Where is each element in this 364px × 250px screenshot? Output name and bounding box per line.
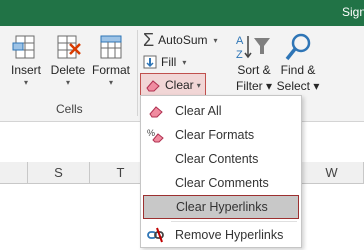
fill-down-icon bbox=[143, 55, 157, 69]
insert-cells-icon bbox=[12, 35, 35, 59]
broken-link-icon bbox=[143, 225, 169, 245]
insert-button[interactable]: Insert ▾ bbox=[6, 32, 46, 88]
percent-eraser-icon: % bbox=[143, 125, 169, 145]
sort-filter-icon: A Z bbox=[236, 35, 270, 61]
svg-text:A: A bbox=[236, 35, 244, 47]
cells-group-label: Cells bbox=[56, 102, 83, 116]
delete-cells-icon bbox=[57, 35, 81, 59]
sort-filter-button[interactable]: A Z Sort & Filter ▾ bbox=[232, 32, 276, 94]
eraser-icon bbox=[146, 80, 160, 92]
menu-item-label: Clear Contents bbox=[175, 152, 259, 166]
group-separator bbox=[137, 30, 138, 116]
fill-button[interactable]: Fill ▾ bbox=[143, 52, 186, 72]
menu-separator bbox=[171, 221, 297, 222]
format-cells-icon bbox=[100, 35, 122, 59]
chevron-down-icon: ▾ bbox=[213, 35, 218, 45]
autosum-label: AutoSum bbox=[158, 33, 208, 47]
chevron-down-icon: ▾ bbox=[65, 78, 70, 87]
menu-item-label: Clear Hyperlinks bbox=[176, 200, 268, 214]
svg-text:Z: Z bbox=[236, 49, 243, 61]
delete-label: Delete bbox=[50, 63, 86, 77]
menu-item-label: Remove Hyperlinks bbox=[175, 228, 284, 242]
svg-text:%: % bbox=[147, 128, 155, 138]
format-label: Format bbox=[91, 63, 130, 77]
delete-button[interactable]: Delete ▾ bbox=[48, 32, 88, 88]
title-bar: Sign bbox=[0, 0, 364, 26]
find-select-button[interactable]: Find & Select ▾ bbox=[276, 32, 320, 94]
menu-item-clear-formats[interactable]: % Clear Formats bbox=[143, 123, 299, 147]
sigma-icon: Σ bbox=[143, 30, 155, 50]
find-select-label-1: Find & bbox=[280, 63, 316, 77]
menu-item-clear-all[interactable]: Clear All bbox=[143, 99, 299, 123]
window-title: Sign bbox=[342, 5, 364, 19]
column-header-blank[interactable] bbox=[0, 162, 28, 184]
autosum-button[interactable]: Σ AutoSum ▾ bbox=[143, 30, 218, 50]
chevron-down-icon: ▾ bbox=[23, 78, 28, 87]
insert-label: Insert bbox=[10, 63, 41, 77]
column-header-s[interactable]: S bbox=[28, 162, 90, 184]
eraser-icon bbox=[143, 101, 169, 121]
clear-dropdown-menu: Clear All % Clear Formats Clear Contents… bbox=[140, 95, 302, 248]
menu-item-label: Clear All bbox=[175, 104, 222, 118]
menu-item-clear-comments[interactable]: Clear Comments bbox=[143, 171, 299, 195]
sort-filter-label-1: Sort & bbox=[237, 63, 271, 77]
sort-filter-label-2: Filter bbox=[235, 79, 263, 93]
clear-button[interactable]: Clear ▾ bbox=[140, 73, 206, 97]
menu-item-clear-hyperlinks[interactable]: Clear Hyperlinks bbox=[143, 195, 299, 219]
find-select-label-2: Select bbox=[276, 79, 310, 93]
menu-item-label: Clear Formats bbox=[175, 128, 255, 142]
fill-label: Fill bbox=[161, 55, 177, 69]
format-button[interactable]: Format ▾ bbox=[89, 32, 133, 88]
menu-item-label: Clear Comments bbox=[175, 176, 269, 190]
chevron-down-icon: ▾ bbox=[182, 57, 187, 67]
column-header-w[interactable]: W bbox=[300, 162, 364, 184]
chevron-down-icon: ▾ bbox=[108, 78, 113, 87]
menu-item-remove-hyperlinks[interactable]: Remove Hyperlinks bbox=[143, 223, 299, 247]
menu-item-clear-contents[interactable]: Clear Contents bbox=[143, 147, 299, 171]
clear-label: Clear bbox=[165, 78, 194, 92]
magnifier-icon bbox=[285, 33, 311, 61]
chevron-down-icon: ▾ bbox=[196, 80, 201, 90]
